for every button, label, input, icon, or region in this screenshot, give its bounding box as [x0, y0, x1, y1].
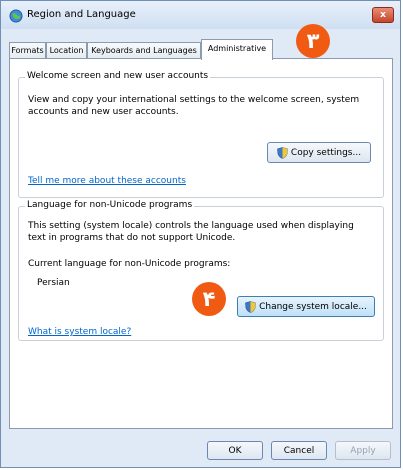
change-system-locale-button[interactable]: Change system locale...	[237, 296, 375, 317]
cancel-label: Cancel	[283, 445, 315, 456]
window-title: Region and Language	[27, 9, 136, 20]
non-unicode-group-title: Language for non-Unicode programs	[25, 200, 195, 210]
ok-button[interactable]: OK	[207, 441, 263, 460]
title-bar[interactable]: Region and Language x	[1, 1, 400, 29]
what-is-system-locale-link[interactable]: What is system locale?	[28, 327, 131, 337]
tell-me-more-link[interactable]: Tell me more about these accounts	[28, 176, 186, 186]
close-button[interactable]: x	[372, 7, 394, 23]
copy-settings-label: Copy settings...	[290, 147, 362, 158]
current-language-label: Current language for non-Unicode program…	[28, 259, 231, 269]
tab-keyboards-and-languages[interactable]: Keyboards and Languages	[87, 42, 201, 58]
close-icon: x	[380, 10, 386, 20]
ok-label: OK	[228, 445, 242, 456]
uac-shield-icon	[277, 146, 288, 159]
welcome-screen-group: Welcome screen and new user accounts Vie…	[18, 71, 384, 198]
administrative-panel: Welcome screen and new user accounts Vie…	[9, 58, 393, 429]
non-unicode-description: This setting (system locale) controls th…	[28, 221, 354, 243]
tab-administrative[interactable]: Administrative	[201, 39, 273, 60]
copy-settings-button[interactable]: Copy settings...	[267, 142, 371, 163]
apply-label: Apply	[350, 445, 376, 456]
annotation-badge-3: ٣	[296, 24, 330, 58]
region-language-window: Region and Language x Formats Location K…	[0, 0, 401, 468]
tab-location[interactable]: Location	[46, 42, 87, 58]
uac-shield-icon	[245, 300, 256, 313]
tab-formats[interactable]: Formats	[9, 42, 46, 58]
welcome-description: View and copy your international setting…	[28, 95, 360, 117]
change-system-locale-label: Change system locale...	[259, 301, 367, 312]
welcome-group-title: Welcome screen and new user accounts	[25, 71, 211, 81]
cancel-button[interactable]: Cancel	[271, 441, 327, 460]
tab-strip: Formats Location Keyboards and Languages…	[9, 39, 389, 60]
globe-icon	[9, 9, 23, 23]
apply-button[interactable]: Apply	[335, 441, 391, 460]
annotation-badge-4: ۴	[192, 282, 226, 316]
non-unicode-group: Language for non-Unicode programs This s…	[18, 200, 384, 341]
